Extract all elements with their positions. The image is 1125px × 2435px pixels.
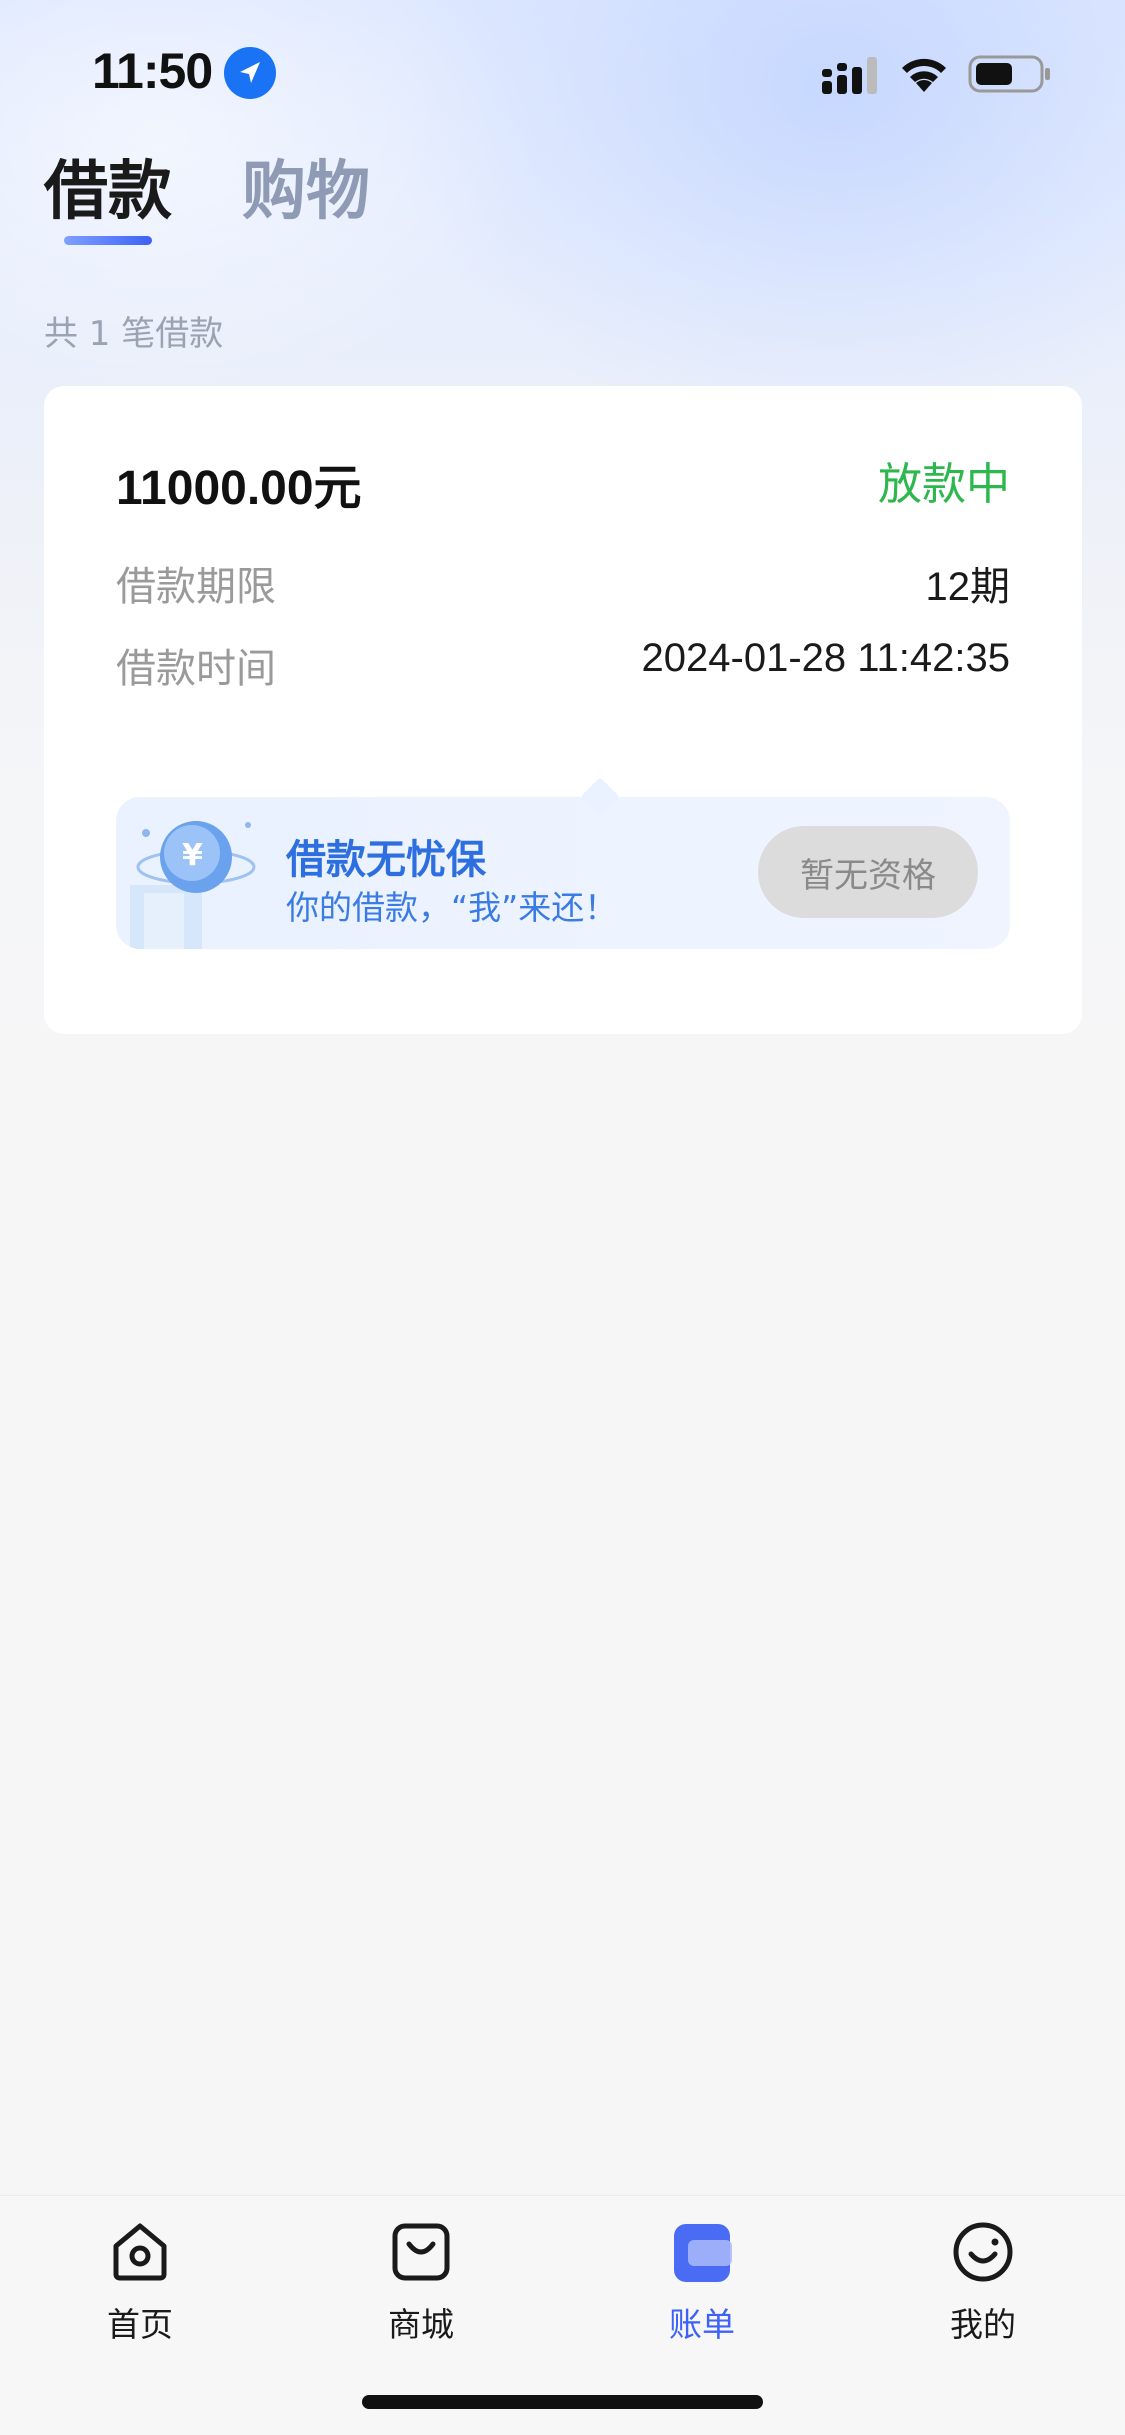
not-eligible-button[interactable]: 暂无资格 <box>758 826 978 918</box>
nav-item-home[interactable]: 首页 <box>50 2218 230 2368</box>
home-indicator <box>362 2395 763 2409</box>
insurance-illustration: ¥ <box>116 797 286 949</box>
loan-term-label: 借款期限 <box>116 564 276 610</box>
nav-label-mall: 商城 <box>388 2305 454 2344</box>
nav-label-home: 首页 <box>107 2305 173 2344</box>
loan-time-value: 2024-01-28 11:42:35 <box>641 636 1010 680</box>
profile-smile-icon <box>953 2222 1013 2282</box>
cellular-signal-icon <box>822 57 877 94</box>
bill-screen: 11:50 借款 购物 共 1 笔借款 11000.00元 放款中 借款期限 1… <box>0 0 1125 2435</box>
location-arrow-icon <box>224 47 276 99</box>
home-icon <box>113 2223 167 2281</box>
loan-status: 放款中 <box>878 459 1010 510</box>
tab-loan[interactable]: 借款 <box>44 140 172 232</box>
insurance-subtitle: 你的借款，“我”来还！ <box>286 888 618 927</box>
battery-icon <box>968 55 1050 93</box>
nav-item-mall[interactable]: 商城 <box>331 2218 511 2368</box>
status-time: 11:50 <box>92 43 213 99</box>
nav-label-mine: 我的 <box>950 2305 1016 2344</box>
svg-text:¥: ¥ <box>182 838 203 873</box>
loan-term-value: 12期 <box>925 565 1011 609</box>
loan-time-label: 借款时间 <box>116 646 276 692</box>
loan-count-text: 共 1 笔借款 <box>44 314 224 354</box>
nav-item-mine[interactable]: 我的 <box>893 2218 1073 2368</box>
loan-card[interactable]: 11000.00元 放款中 借款期限 12期 借款时间 2024-01-28 1… <box>44 386 1082 1034</box>
bill-icon <box>674 2224 732 2282</box>
banner-pointer <box>580 777 620 817</box>
tab-shopping[interactable]: 购物 <box>242 140 370 232</box>
nav-item-bill[interactable]: 账单 <box>612 2218 792 2368</box>
insurance-title: 借款无忧保 <box>286 837 486 883</box>
coin-shield-icon: ¥ <box>130 821 256 949</box>
loan-amount: 11000.00元 <box>116 462 362 515</box>
insurance-banner[interactable]: ¥ 借款无忧保 你的借款，“我”来还！ 暂无资格 <box>116 777 1010 949</box>
nav-label-bill: 账单 <box>669 2305 735 2344</box>
status-bar: 11:50 <box>0 0 1125 150</box>
wifi-icon <box>902 58 946 92</box>
active-tab-indicator <box>64 236 152 245</box>
shopping-bag-icon <box>392 2223 450 2281</box>
